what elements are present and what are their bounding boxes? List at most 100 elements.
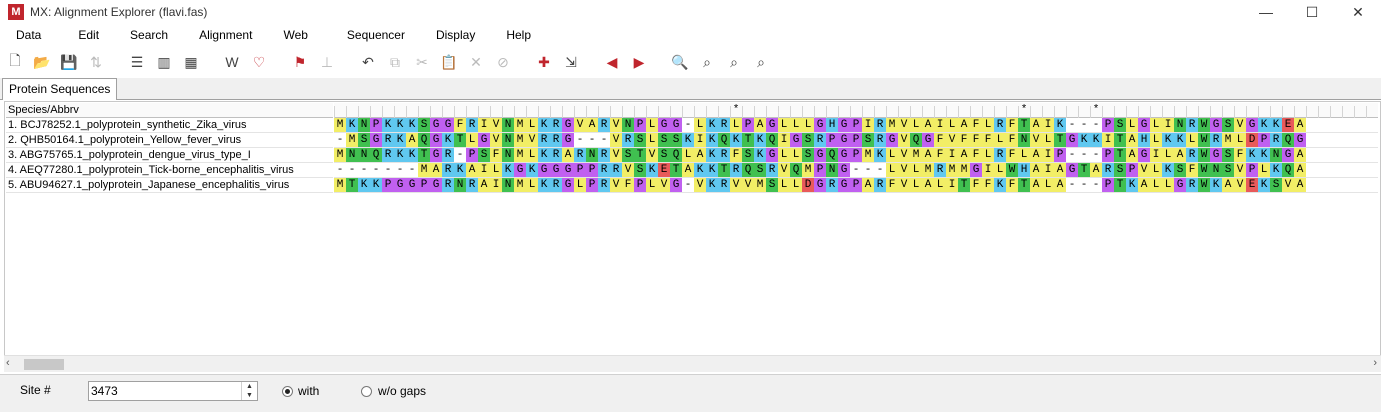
- residue-cell[interactable]: A: [430, 163, 442, 177]
- menu-display[interactable]: Display: [428, 28, 498, 42]
- residue-cell[interactable]: V: [742, 178, 754, 192]
- residue-cell[interactable]: L: [994, 133, 1006, 147]
- residue-cell[interactable]: K: [382, 118, 394, 132]
- residue-cell[interactable]: L: [790, 118, 802, 132]
- columns-icon[interactable]: ▥: [153, 51, 175, 73]
- residue-cell[interactable]: L: [1126, 118, 1138, 132]
- residue-cell[interactable]: L: [574, 178, 586, 192]
- residue-cell[interactable]: G: [670, 178, 682, 192]
- tab-protein-sequences[interactable]: Protein Sequences: [2, 78, 118, 100]
- residue-cell[interactable]: L: [1042, 133, 1054, 147]
- residue-cell[interactable]: A: [406, 133, 418, 147]
- residue-cell[interactable]: K: [394, 133, 406, 147]
- residue-cell[interactable]: Q: [790, 163, 802, 177]
- residue-cell[interactable]: R: [718, 178, 730, 192]
- residue-cell[interactable]: K: [874, 148, 886, 162]
- residue-cell[interactable]: G: [1138, 148, 1150, 162]
- residue-cell[interactable]: V: [658, 178, 670, 192]
- residue-cell[interactable]: P: [586, 178, 598, 192]
- residue-cell[interactable]: A: [1174, 148, 1186, 162]
- residue-cell[interactable]: I: [1042, 163, 1054, 177]
- new-icon[interactable]: 🗋: [4, 51, 26, 73]
- residue-cell[interactable]: I: [982, 163, 994, 177]
- residue-cell[interactable]: P: [586, 163, 598, 177]
- residue-cell[interactable]: G: [1210, 148, 1222, 162]
- residue-cell[interactable]: V: [610, 178, 622, 192]
- residue-cell[interactable]: G: [550, 163, 562, 177]
- residue-cell[interactable]: K: [694, 163, 706, 177]
- residue-cell[interactable]: -: [394, 163, 406, 177]
- residue-cell[interactable]: K: [1258, 148, 1270, 162]
- residue-cell[interactable]: V: [610, 148, 622, 162]
- residue-cell[interactable]: G: [814, 178, 826, 192]
- residue-cell[interactable]: I: [490, 178, 502, 192]
- residue-cell[interactable]: K: [370, 178, 382, 192]
- residue-cell[interactable]: R: [466, 118, 478, 132]
- residue-cell[interactable]: S: [802, 148, 814, 162]
- residue-cell[interactable]: G: [1282, 148, 1294, 162]
- cut-icon[interactable]: ✂: [411, 51, 433, 73]
- residue-cell[interactable]: Q: [766, 133, 778, 147]
- residue-cell[interactable]: P: [1102, 178, 1114, 192]
- residue-cell[interactable]: Q: [826, 148, 838, 162]
- residue-cell[interactable]: N: [622, 118, 634, 132]
- residue-cell[interactable]: H: [1018, 163, 1030, 177]
- residue-cell[interactable]: V: [898, 163, 910, 177]
- residue-cell[interactable]: T: [1114, 178, 1126, 192]
- residue-cell[interactable]: K: [1162, 163, 1174, 177]
- residue-cell[interactable]: R: [610, 163, 622, 177]
- add-sequence-icon[interactable]: ✚: [533, 51, 555, 73]
- residue-cell[interactable]: F: [1006, 118, 1018, 132]
- residue-cell[interactable]: P: [418, 178, 430, 192]
- residue-cell[interactable]: R: [874, 118, 886, 132]
- translate-icon[interactable]: ⇅: [85, 51, 107, 73]
- residue-cell[interactable]: M: [886, 118, 898, 132]
- residue-cell[interactable]: G: [430, 178, 442, 192]
- clustalw-icon[interactable]: W: [221, 51, 243, 73]
- sequence-name[interactable]: 1. BCJ78252.1_polyprotein_synthetic_Zika…: [6, 118, 333, 133]
- residue-cell[interactable]: W: [1198, 163, 1210, 177]
- residue-cell[interactable]: P: [574, 163, 586, 177]
- find-next-icon[interactable]: ⌕: [723, 51, 745, 73]
- residue-cell[interactable]: Q: [718, 133, 730, 147]
- sequence-row[interactable]: MKNPKKKSGGFRIVNMLKRGVARVNPLGG-LKRLPAGLLL…: [334, 118, 1378, 133]
- residue-cell[interactable]: A: [1030, 163, 1042, 177]
- residue-cell[interactable]: L: [730, 118, 742, 132]
- residue-cell[interactable]: R: [730, 163, 742, 177]
- residue-cell[interactable]: R: [1102, 163, 1114, 177]
- residue-cell[interactable]: K: [994, 178, 1006, 192]
- menu-help[interactable]: Help: [498, 28, 539, 42]
- site-number-input[interactable]: 3473 ▲ ▼: [88, 381, 258, 401]
- residue-cell[interactable]: -: [1066, 118, 1078, 132]
- residue-cell[interactable]: T: [346, 178, 358, 192]
- horizontal-scrollbar[interactable]: ‹ ›: [4, 355, 1381, 372]
- residue-cell[interactable]: N: [502, 178, 514, 192]
- residue-cell[interactable]: T: [454, 133, 466, 147]
- residue-cell[interactable]: G: [1138, 118, 1150, 132]
- residue-cell[interactable]: G: [478, 133, 490, 147]
- paste-icon[interactable]: 📋: [438, 51, 460, 73]
- residue-cell[interactable]: A: [1030, 118, 1042, 132]
- residue-cell[interactable]: P: [1258, 133, 1270, 147]
- residue-cell[interactable]: G: [922, 133, 934, 147]
- residue-cell[interactable]: -: [334, 163, 346, 177]
- residue-cell[interactable]: S: [862, 133, 874, 147]
- residue-cell[interactable]: L: [646, 178, 658, 192]
- alignment-grid[interactable]: Species/Abbrv 1. BCJ78252.1_polyprotein_…: [4, 101, 1381, 371]
- residue-cell[interactable]: -: [586, 133, 598, 147]
- residue-cell[interactable]: -: [1090, 178, 1102, 192]
- residue-cell[interactable]: V: [1138, 163, 1150, 177]
- residue-cell[interactable]: Q: [1282, 163, 1294, 177]
- residue-cell[interactable]: -: [874, 163, 886, 177]
- residue-cell[interactable]: S: [1270, 178, 1282, 192]
- residue-cell[interactable]: R: [1210, 133, 1222, 147]
- residue-cell[interactable]: V: [898, 133, 910, 147]
- residue-cell[interactable]: G: [1066, 133, 1078, 147]
- residue-cell[interactable]: S: [742, 148, 754, 162]
- delete-gap-icon[interactable]: ⊘: [492, 51, 514, 73]
- residue-cell[interactable]: V: [490, 133, 502, 147]
- residue-cell[interactable]: -: [334, 133, 346, 147]
- residue-cell[interactable]: K: [754, 133, 766, 147]
- residue-cell[interactable]: T: [742, 133, 754, 147]
- menu-search[interactable]: Search: [122, 28, 191, 42]
